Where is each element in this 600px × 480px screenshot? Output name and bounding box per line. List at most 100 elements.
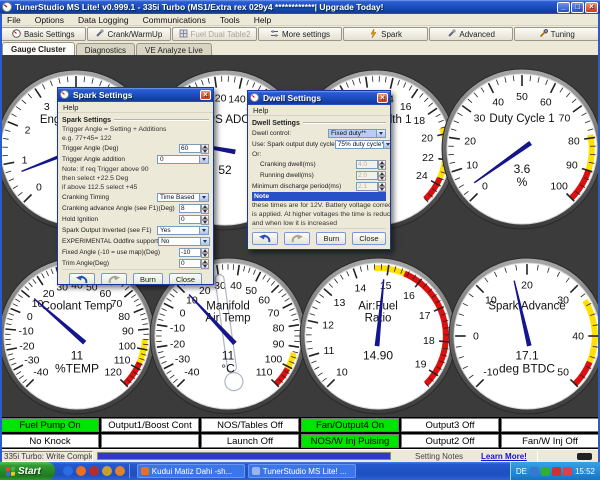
task-buttons: Kudui Matiz Dahi -sh...TunerStudio MS Li… <box>134 464 356 478</box>
quicklaunch-firefox-icon[interactable] <box>76 466 86 476</box>
dialog-close-icon[interactable]: × <box>377 93 388 103</box>
svg-text:40: 40 <box>572 331 584 343</box>
undo-button[interactable] <box>69 273 95 284</box>
svg-text:40: 40 <box>492 97 504 109</box>
dialog-group-label: Dwell Settings <box>252 118 386 128</box>
spinner-trigger-angle-deg-[interactable]: 60 <box>179 144 209 153</box>
quicklaunch-app2-icon[interactable] <box>102 466 112 476</box>
tabbar: Gauge ClusterDiagnosticsVE Analyze Live <box>0 42 600 55</box>
indicator-no-knock: No Knock <box>0 433 100 449</box>
field-label: Dwell control: <box>252 130 291 137</box>
dropdown-arrow-icon[interactable] <box>199 156 208 163</box>
svg-text:14: 14 <box>355 283 367 295</box>
dropdown-spark-output-inverted-see-f1-[interactable]: Yes <box>157 226 209 235</box>
svg-text:-10: -10 <box>170 323 185 335</box>
tray-network-icon[interactable] <box>530 467 539 476</box>
titlebar: TunerStudio MS Lite! v0.999.1 - 335i Tur… <box>0 0 600 14</box>
svg-text:24: 24 <box>416 170 428 182</box>
tab-diagnostics[interactable]: Diagnostics <box>76 43 135 55</box>
menubar: FileOptionsData LoggingCommunicationsToo… <box>0 14 600 26</box>
dropdown-arrow-icon[interactable] <box>199 227 208 234</box>
svg-text:12: 12 <box>322 320 334 332</box>
quicklaunch-app1-icon[interactable] <box>89 466 99 476</box>
menu-communications[interactable]: Communications <box>136 15 213 25</box>
menu-help[interactable]: Help <box>247 15 278 25</box>
keyboard-layout[interactable]: DE <box>516 467 527 476</box>
spinner-trim-angle-deg-[interactable]: 0 <box>179 259 209 268</box>
window-frame-left <box>0 14 2 462</box>
start-button[interactable]: Start <box>0 462 55 480</box>
toolbar-more-settings-button[interactable]: More settings <box>258 27 343 41</box>
svg-text:10: 10 <box>186 294 198 306</box>
window-icon <box>252 467 260 475</box>
learn-more-link[interactable]: Learn More! <box>481 452 527 461</box>
dialog-help-menu[interactable]: Help <box>248 105 390 116</box>
dialog-titlebar[interactable]: Dwell Settings× <box>248 91 390 105</box>
gauge-units: %TEMP <box>55 361 99 375</box>
dialog-close-icon[interactable]: × <box>200 90 211 100</box>
dropdown-arrow-icon[interactable] <box>376 130 385 137</box>
undo-button[interactable] <box>252 232 278 245</box>
toolbar-spark-button[interactable]: Spark <box>343 27 428 41</box>
svg-text:10: 10 <box>336 367 348 379</box>
dialog-titlebar[interactable]: Spark Settings× <box>58 88 213 102</box>
svg-text:10: 10 <box>466 160 478 172</box>
menu-tools[interactable]: Tools <box>213 15 247 25</box>
gauge-units: % <box>517 175 528 189</box>
dropdown-use-spark-output-duty-cycle[interactable]: 75% duty cycle** <box>335 140 390 149</box>
toolbar-tuning-button[interactable]: Tuning <box>514 27 599 41</box>
setting-notes-label: Setting Notes <box>415 452 463 461</box>
menu-data-logging[interactable]: Data Logging <box>71 15 136 25</box>
burn-button[interactable]: Burn <box>316 232 346 245</box>
menu-options[interactable]: Options <box>28 15 71 25</box>
dialog-group-label: Spark Settings <box>62 115 209 125</box>
quicklaunch-app3-icon[interactable] <box>115 466 125 476</box>
gauge-value: 11 <box>71 348 84 362</box>
taskbar-window-tunerstudio-ms-lite-[interactable]: TunerStudio MS Lite! ... <box>248 464 356 478</box>
spinner-cranking-dwell-ms-: 4.0 <box>356 160 386 169</box>
close-button[interactable]: Close <box>352 232 385 245</box>
dropdown-experimental-oddfire-support[interactable]: No <box>158 237 210 246</box>
tray-error-icon[interactable] <box>563 467 572 476</box>
minimize-button[interactable]: _ <box>557 2 570 13</box>
toolbar-advanced-button[interactable]: Advanced <box>429 27 514 41</box>
toolbar-crank-warmup-button[interactable]: Crank/WarmUp <box>87 27 172 41</box>
tab-ve-analyze-live[interactable]: VE Analyze Live <box>136 43 212 55</box>
close-button[interactable]: × <box>585 2 598 13</box>
svg-text:19: 19 <box>415 359 427 371</box>
tab-gauge-cluster[interactable]: Gauge Cluster <box>2 42 75 55</box>
quick-launch-bar <box>63 466 125 476</box>
burn-button[interactable]: Burn <box>133 273 163 284</box>
taskbar-window-kudui-matiz-dahi-sh-[interactable]: Kudui Matiz Dahi -sh... <box>137 464 245 478</box>
toolbar-basic-settings-button[interactable]: Basic Settings <box>1 27 86 41</box>
dialog-icon <box>250 93 260 103</box>
dialog-text: Trigger Angle = Setting + Additions <box>62 125 209 134</box>
svg-text:20: 20 <box>464 135 476 147</box>
dropdown-dwell-control-[interactable]: Fixed duty** <box>328 129 386 138</box>
taskbar: Start Kudui Matiz Dahi -sh...TunerStudio… <box>0 462 600 480</box>
svg-text:3: 3 <box>44 101 50 113</box>
note-header: Note <box>252 192 386 201</box>
quicklaunch-ie-icon[interactable] <box>63 466 73 476</box>
svg-text:-10: -10 <box>19 326 34 338</box>
spinner-hold-ignition[interactable]: 0 <box>179 215 209 224</box>
dropdown-arrow-icon[interactable] <box>383 141 390 148</box>
maximize-button[interactable]: □ <box>571 2 584 13</box>
dropdown-arrow-icon[interactable] <box>199 194 208 201</box>
tunerstudio-app-icon <box>2 2 12 12</box>
spinner-fixed-angle-10-use-map-deg-[interactable]: -10 <box>179 248 209 257</box>
field-label: Cranking dwell(ms) <box>252 161 316 168</box>
spinner-cranking-advance-angle-see-f1-deg-[interactable]: 8 <box>179 204 209 213</box>
tray-status-red-icon[interactable] <box>552 467 561 476</box>
tray-status-green-icon[interactable] <box>541 467 550 476</box>
menu-file[interactable]: File <box>0 15 28 25</box>
dropdown-cranking-timing[interactable]: Time Based <box>157 193 209 202</box>
dropdown-arrow-icon[interactable] <box>200 238 209 245</box>
toolbar: Basic SettingsCrank/WarmUpFuel Dual Tabl… <box>0 26 600 42</box>
dialog-help-menu[interactable]: Help <box>58 102 213 113</box>
svg-text:120: 120 <box>104 367 122 379</box>
redo-button <box>284 232 310 245</box>
dropdown-trigger-angle-addition[interactable]: 0 <box>157 155 209 164</box>
indicator-empty <box>500 417 600 433</box>
close-button[interactable]: Close <box>169 273 202 284</box>
